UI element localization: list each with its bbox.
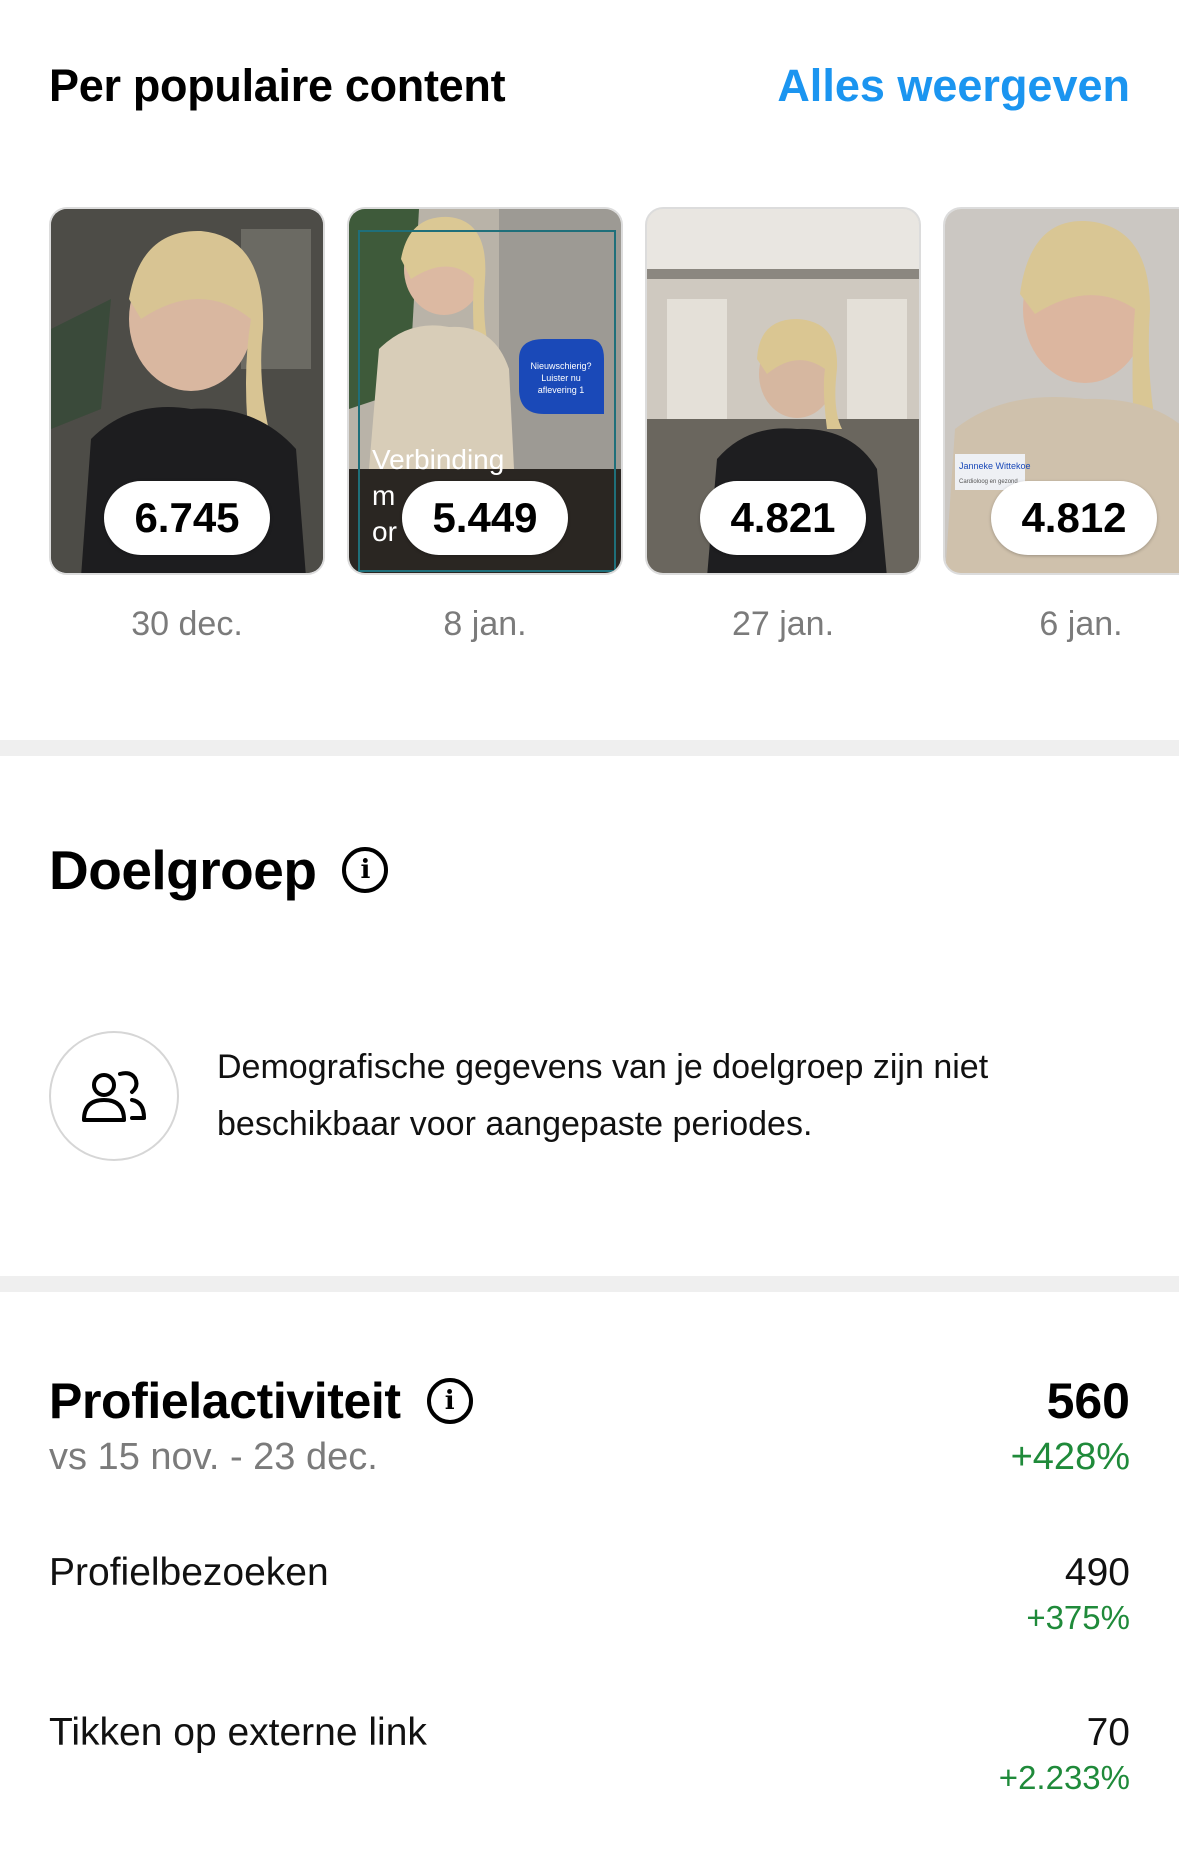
info-icon[interactable]: i bbox=[426, 1378, 473, 1424]
section-divider bbox=[0, 740, 1179, 756]
popular-content-carousel[interactable]: 6.745 30 dec. Verbinding Nieuwschierig? … bbox=[49, 207, 1179, 643]
content-date: 30 dec. bbox=[131, 605, 243, 643]
audience-notice: Demografische gegevens van je doelgroep … bbox=[49, 1031, 1087, 1161]
metric-value: 70 bbox=[1086, 1711, 1130, 1754]
total-change: +428% bbox=[1010, 1436, 1130, 1478]
content-date: 8 jan. bbox=[443, 605, 527, 643]
metric-row: Profielbezoeken 490 +375% bbox=[49, 1551, 1130, 1637]
svg-text:or: or bbox=[372, 516, 397, 547]
popular-content-title: Per populaire content bbox=[49, 60, 506, 111]
popular-content-header: Per populaire content Alles weergeven bbox=[49, 60, 1130, 112]
caption-text: Janneke Wittekoe bbox=[959, 461, 1031, 471]
svg-text:Luister nu: Luister nu bbox=[541, 373, 581, 383]
metric-change: +2.233% bbox=[998, 1759, 1130, 1796]
metric-label: Profielbezoeken bbox=[49, 1551, 329, 1594]
content-thumbnail-4[interactable]: Janneke Wittekoe Cardioloog en gezond 4.… bbox=[943, 207, 1179, 575]
metric-change: +375% bbox=[1026, 1599, 1130, 1636]
total-value: 560 bbox=[1046, 1373, 1130, 1429]
view-count-badge: 4.821 bbox=[700, 481, 866, 555]
audience-header: Doelgroep i bbox=[49, 838, 389, 902]
metric-value: 490 bbox=[1064, 1551, 1130, 1594]
view-all-link[interactable]: Alles weergeven bbox=[777, 60, 1130, 112]
svg-text:m: m bbox=[372, 480, 395, 511]
view-count-badge: 5.449 bbox=[402, 481, 568, 555]
view-count-badge: 4.812 bbox=[991, 481, 1157, 555]
audience-message: Demografische gegevens van je doelgroep … bbox=[217, 1048, 989, 1143]
section-divider bbox=[0, 1276, 1179, 1292]
content-thumbnail-1[interactable]: 6.745 bbox=[49, 207, 325, 575]
svg-text:Nieuwschierig?: Nieuwschierig? bbox=[530, 361, 591, 371]
content-thumbnail-3[interactable]: 4.821 bbox=[645, 207, 921, 575]
people-icon bbox=[49, 1031, 179, 1161]
content-date: 6 jan. bbox=[1039, 605, 1123, 643]
info-icon[interactable]: i bbox=[342, 847, 389, 893]
metric-row: Tikken op externe link 70 +2.233% bbox=[49, 1711, 1130, 1797]
overlay-text: Verbinding bbox=[372, 444, 504, 475]
profile-activity-total: 560 +428% bbox=[1011, 1372, 1130, 1479]
svg-text:aflevering 1: aflevering 1 bbox=[538, 385, 585, 395]
svg-text:Cardioloog en gezond: Cardioloog en gezond bbox=[959, 479, 1018, 485]
content-thumbnail-2[interactable]: Verbinding Nieuwschierig? Luister nu afl… bbox=[347, 207, 623, 575]
metric-label: Tikken op externe link bbox=[49, 1711, 427, 1754]
content-date: 27 jan. bbox=[731, 605, 835, 643]
comparison-period: vs 15 nov. - 23 dec. bbox=[49, 1436, 378, 1478]
profile-activity-header: Profielactiviteit i vs 15 nov. - 23 dec. bbox=[49, 1372, 473, 1479]
view-count-badge: 6.745 bbox=[104, 481, 270, 555]
profile-activity-title: Profielactiviteit bbox=[49, 1373, 401, 1429]
audience-title: Doelgroep bbox=[49, 839, 317, 901]
